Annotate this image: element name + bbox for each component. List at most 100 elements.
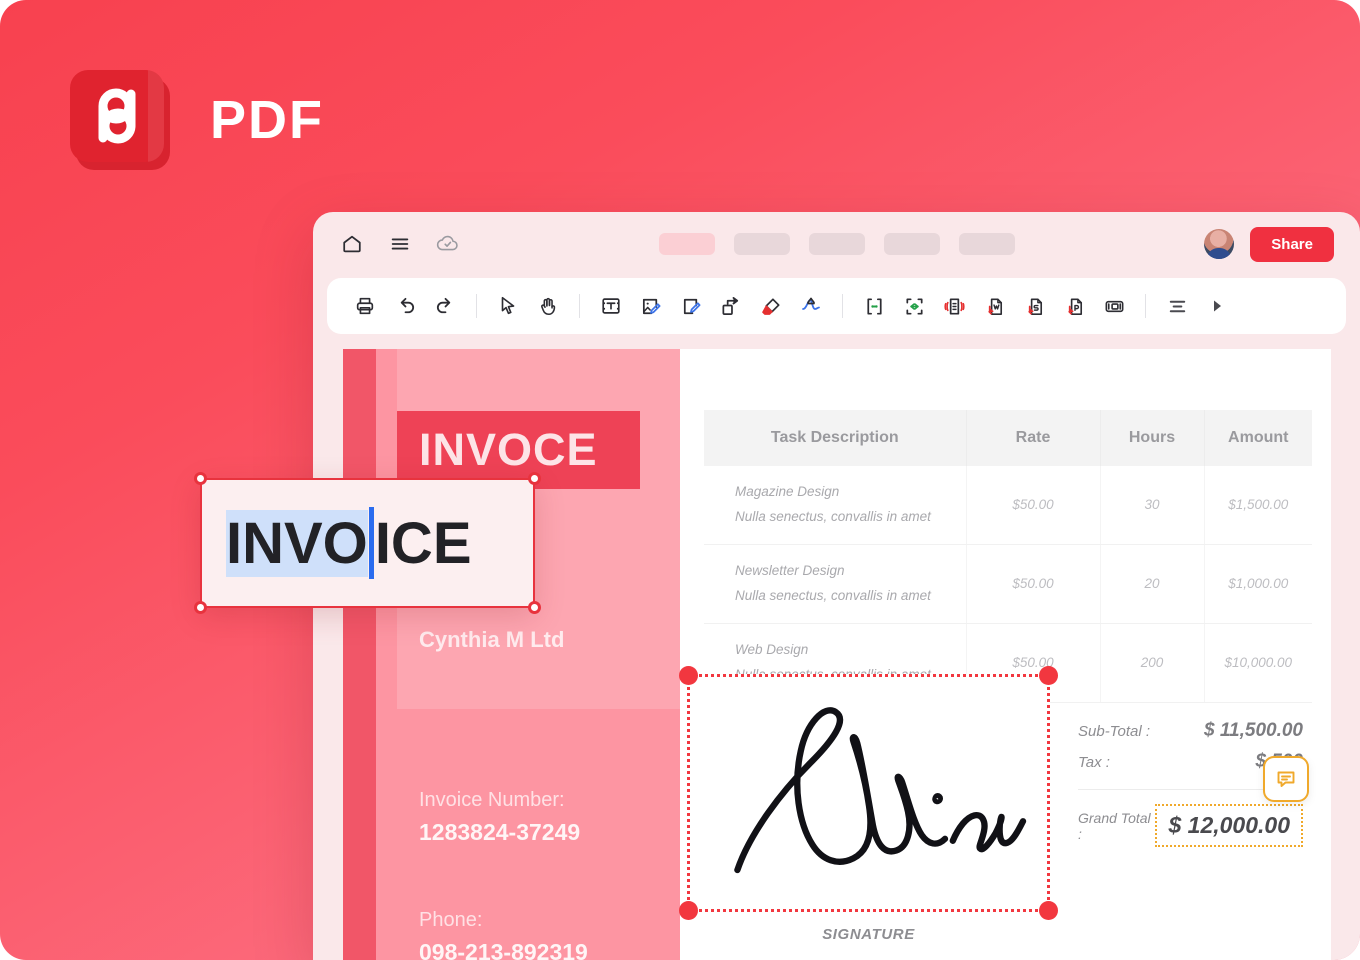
edit-image-icon[interactable] bbox=[631, 286, 671, 326]
row-description: Magazine Design Nulla senectus, convalli… bbox=[704, 466, 967, 545]
phone-value: 098-213-892319 bbox=[419, 939, 588, 960]
comment-bubble-icon[interactable] bbox=[1263, 756, 1309, 802]
app-header: Share bbox=[313, 212, 1360, 276]
table-row: Newsletter Design Nulla senectus, conval… bbox=[704, 544, 1312, 624]
company-name: Cynthia M Ltd bbox=[419, 627, 565, 652]
hand-pan-icon[interactable] bbox=[528, 286, 568, 326]
invoice-title-text: INVOCE bbox=[419, 424, 598, 475]
brand-lockup: PDF bbox=[70, 70, 324, 170]
signature-caption: SIGNATURE bbox=[822, 926, 915, 943]
edit-handle-top-left[interactable] bbox=[194, 472, 207, 485]
user-avatar[interactable] bbox=[1204, 229, 1235, 259]
tab-1[interactable] bbox=[658, 233, 715, 255]
th-rate: Rate bbox=[966, 410, 1101, 466]
invoice-left-panel: INVOCE Cynthia M Ltd Invoice Number: 128… bbox=[343, 349, 680, 960]
brand-title: PDF bbox=[210, 90, 324, 150]
subtotal-value: $ 11,500.00 bbox=[1204, 720, 1303, 741]
edit-handle-top-right[interactable] bbox=[528, 472, 541, 485]
signature-handle-bottom-left[interactable] bbox=[679, 901, 698, 920]
toolbar-divider bbox=[476, 294, 477, 318]
table-header-row: Task Description Rate Hours Amount bbox=[704, 410, 1312, 466]
table-row: Magazine Design Nulla senectus, convalli… bbox=[704, 466, 1312, 545]
undo-icon[interactable] bbox=[385, 286, 425, 326]
th-hours: Hours bbox=[1100, 410, 1205, 466]
row-description: Newsletter Design Nulla senectus, conval… bbox=[704, 544, 967, 624]
text-remainder: ICE bbox=[374, 510, 472, 576]
add-textbox-icon[interactable] bbox=[591, 286, 631, 326]
th-amount: Amount bbox=[1204, 410, 1312, 466]
organize-pages-icon[interactable] bbox=[1094, 286, 1134, 326]
row-hours: 20 bbox=[1100, 544, 1205, 624]
row-rate: $50.00 bbox=[966, 466, 1101, 545]
subtotal-row: Sub-Total : $ 11,500.00 bbox=[1078, 720, 1303, 742]
tab-2[interactable] bbox=[733, 233, 790, 255]
row-hours: 30 bbox=[1100, 466, 1205, 545]
pdf-logo-icon bbox=[70, 70, 164, 162]
grand-total-label: Grand Total : bbox=[1078, 809, 1151, 842]
row-amount: $10,000.00 bbox=[1204, 623, 1312, 703]
eraser-icon[interactable] bbox=[751, 286, 791, 326]
align-icon[interactable] bbox=[1157, 286, 1197, 326]
row-title: Newsletter Design bbox=[735, 562, 845, 578]
text-caret bbox=[368, 507, 374, 579]
pdf-logo bbox=[70, 70, 170, 170]
pdf-to-word-icon[interactable] bbox=[974, 286, 1014, 326]
text-selection: INVO bbox=[226, 509, 368, 577]
edit-handle-bottom-right[interactable] bbox=[528, 601, 541, 614]
select-cursor-icon[interactable] bbox=[488, 286, 528, 326]
signature-handle-top-left[interactable] bbox=[679, 666, 698, 685]
tab-4[interactable] bbox=[883, 233, 940, 255]
merge-pdf-icon[interactable] bbox=[894, 286, 934, 326]
signature-drawing bbox=[734, 707, 1027, 874]
grand-total-row: Grand Total : $ 12,000.00 bbox=[1078, 804, 1303, 847]
pdf-to-sheet-icon[interactable] bbox=[1014, 286, 1054, 326]
print-icon[interactable] bbox=[345, 286, 385, 326]
pdf-to-ppt-icon[interactable] bbox=[1054, 286, 1094, 326]
signature-icon[interactable] bbox=[791, 286, 831, 326]
text-edit-input[interactable]: INVO ICE bbox=[226, 507, 472, 579]
home-icon[interactable] bbox=[339, 231, 365, 257]
tax-label: Tax : bbox=[1078, 754, 1110, 771]
signature-handle-bottom-right[interactable] bbox=[1039, 901, 1058, 920]
invoice-number-value: 1283824-37249 bbox=[419, 819, 581, 845]
tab-3[interactable] bbox=[808, 233, 865, 255]
row-subtitle: Nulla senectus, convallis in amet bbox=[735, 508, 931, 524]
signature-selection-box[interactable] bbox=[679, 666, 1058, 920]
totals-block: Sub-Total : $ 11,500.00 Tax : $ 500 Gran… bbox=[1078, 720, 1309, 847]
edit-handle-bottom-left[interactable] bbox=[194, 601, 207, 614]
signature-handle-top-right[interactable] bbox=[1039, 666, 1058, 685]
toolbar-divider bbox=[842, 294, 843, 318]
redo-icon[interactable] bbox=[425, 286, 465, 326]
line-items-table: Task Description Rate Hours Amount Magaz… bbox=[704, 410, 1312, 703]
invoice-right-panel: Task Description Rate Hours Amount Magaz… bbox=[679, 349, 1331, 960]
header-right-group: Share bbox=[1204, 226, 1334, 262]
hamburger-menu-icon[interactable] bbox=[387, 231, 413, 257]
shape-arrow-icon[interactable] bbox=[711, 286, 751, 326]
tab-5[interactable] bbox=[958, 233, 1015, 255]
row-title: Web Design bbox=[735, 641, 809, 657]
cloud-check-icon[interactable] bbox=[435, 231, 461, 257]
edit-page-icon[interactable] bbox=[671, 286, 711, 326]
page-backdrop: PDF Share INVOCE Cynthia M Ltd Invoice N… bbox=[0, 0, 1360, 960]
split-pdf-icon[interactable] bbox=[854, 286, 894, 326]
row-rate: $50.00 bbox=[966, 544, 1101, 624]
document-canvas[interactable]: INVOCE Cynthia M Ltd Invoice Number: 128… bbox=[343, 349, 1331, 960]
header-icon-group bbox=[339, 231, 461, 257]
left-accent-stripe bbox=[343, 349, 376, 960]
signature-area: SIGNATURE bbox=[679, 666, 1058, 943]
text-edit-overlay[interactable]: INVO ICE bbox=[194, 472, 541, 614]
compress-pdf-icon[interactable] bbox=[934, 286, 974, 326]
grand-total-value[interactable]: $ 12,000.00 bbox=[1155, 804, 1303, 847]
row-amount: $1,000.00 bbox=[1204, 544, 1312, 624]
row-subtitle: Nulla senectus, convallis in amet bbox=[735, 587, 931, 603]
subtotal-label: Sub-Total : bbox=[1078, 723, 1150, 740]
phone-label: Phone: bbox=[419, 909, 483, 931]
row-hours: 200 bbox=[1100, 623, 1205, 703]
share-button[interactable]: Share bbox=[1250, 226, 1334, 262]
row-amount: $1,500.00 bbox=[1204, 466, 1312, 545]
editor-toolbar bbox=[327, 278, 1346, 334]
toolbar-divider bbox=[579, 294, 580, 318]
tab-placeholder-group bbox=[658, 233, 1015, 255]
more-arrow-icon[interactable] bbox=[1197, 286, 1237, 326]
row-title: Magazine Design bbox=[735, 484, 840, 499]
